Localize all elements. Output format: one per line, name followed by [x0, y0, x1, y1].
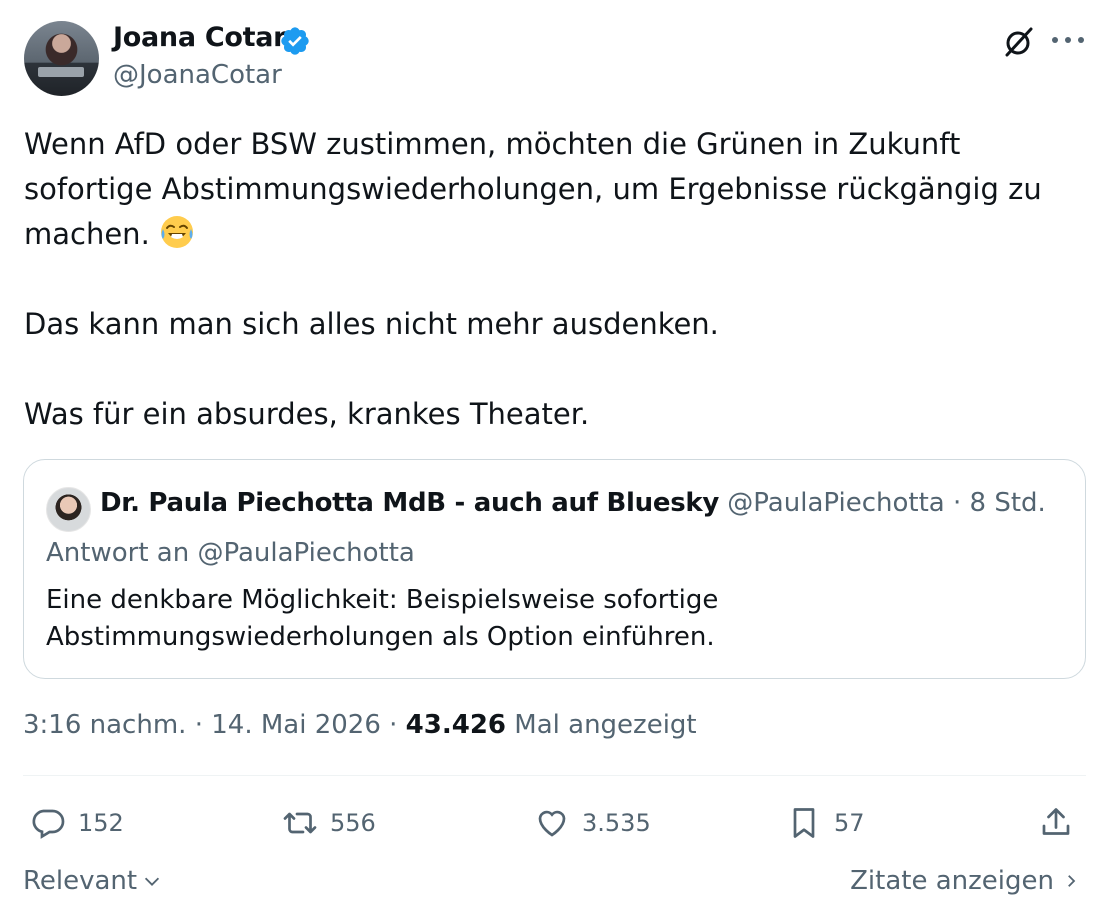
author-name[interactable]: Joana Cotar: [113, 22, 286, 53]
author-avatar[interactable]: [24, 21, 99, 96]
view-quotes-link[interactable]: Zitate anzeigen: [850, 866, 1080, 896]
sort-replies-button[interactable]: Relevant: [23, 866, 163, 896]
bookmark-button[interactable]: 57: [786, 800, 865, 846]
separator-dot: ·: [389, 710, 406, 740]
heart-icon: [538, 810, 566, 837]
quoted-tweet[interactable]: Dr. Paula Piechotta MdB - auch auf Blues…: [23, 459, 1086, 679]
quoted-reply-to: Antwort an @PaulaPiechotta: [46, 538, 415, 568]
share-button[interactable]: [1038, 800, 1074, 846]
like-button[interactable]: 3.535: [534, 800, 651, 846]
sort-label: Relevant: [23, 866, 138, 896]
chevron-down-icon: [145, 877, 160, 886]
tweet-paragraph-3: Was für ein absurdes, krankes Theater.: [24, 397, 590, 431]
views-count: 43.426: [405, 710, 507, 740]
quoted-tweet-header: Dr. Paula Piechotta MdB - auch auf Blues…: [100, 488, 1046, 518]
quotes-link-label: Zitate anzeigen: [850, 866, 1054, 896]
quoted-author-name[interactable]: Dr. Paula Piechotta MdB - auch auf Blues…: [100, 488, 719, 518]
quoted-tweet-text: Eine denkbare Möglichkeit: Beispielsweis…: [46, 582, 946, 656]
repost-button[interactable]: 556: [282, 800, 376, 846]
share-icon: [1042, 808, 1070, 835]
like-count: 3.535: [582, 809, 651, 837]
chevron-right-icon: [1068, 875, 1076, 887]
quoted-tweet-time[interactable]: 8 Std.: [970, 488, 1046, 518]
tweet-time[interactable]: 3:16 nachm.: [23, 710, 186, 740]
more-options-icon[interactable]: [1052, 28, 1084, 52]
tweet-paragraph-2: Das kann man sich alles nicht mehr ausde…: [24, 307, 719, 341]
verified-badge-icon: [281, 27, 309, 55]
reply-icon: [32, 809, 65, 839]
author-handle[interactable]: @JoanaCotar: [113, 60, 282, 90]
bookmark-icon: [793, 808, 815, 838]
quoted-text-line-1: Eine denkbare Möglichkeit: Beispielsweis…: [46, 585, 719, 615]
separator-dot: ·: [194, 710, 212, 740]
reply-count: 152: [78, 809, 124, 837]
tweet-timestamp: 3:16 nachm. · 14. Mai 2026 · 43.426 Mal …: [23, 710, 697, 740]
tweet-date[interactable]: 14. Mai 2026: [211, 710, 381, 740]
reply-button[interactable]: 152: [30, 800, 124, 846]
repost-count: 556: [330, 809, 376, 837]
separator-dot: ·: [952, 488, 962, 518]
face-with-tears-of-joy-icon: [161, 216, 194, 248]
tweet-text: Wenn AfD oder BSW zustimmen, möchten die…: [24, 122, 1074, 437]
quoted-author-handle[interactable]: @PaulaPiechotta: [727, 488, 944, 518]
quoted-text-line-2: Abstimmungswiederholungen als Option ein…: [46, 622, 715, 652]
tweet-paragraph-1: Wenn AfD oder BSW zustimmen, möchten die…: [24, 127, 1042, 251]
divider: [23, 775, 1086, 776]
views-label: Mal angezeigt: [514, 710, 697, 740]
bookmark-count: 57: [834, 809, 865, 837]
grok-icon[interactable]: [1000, 24, 1036, 60]
quoted-author-avatar[interactable]: [46, 487, 91, 532]
repost-icon: [283, 812, 317, 834]
